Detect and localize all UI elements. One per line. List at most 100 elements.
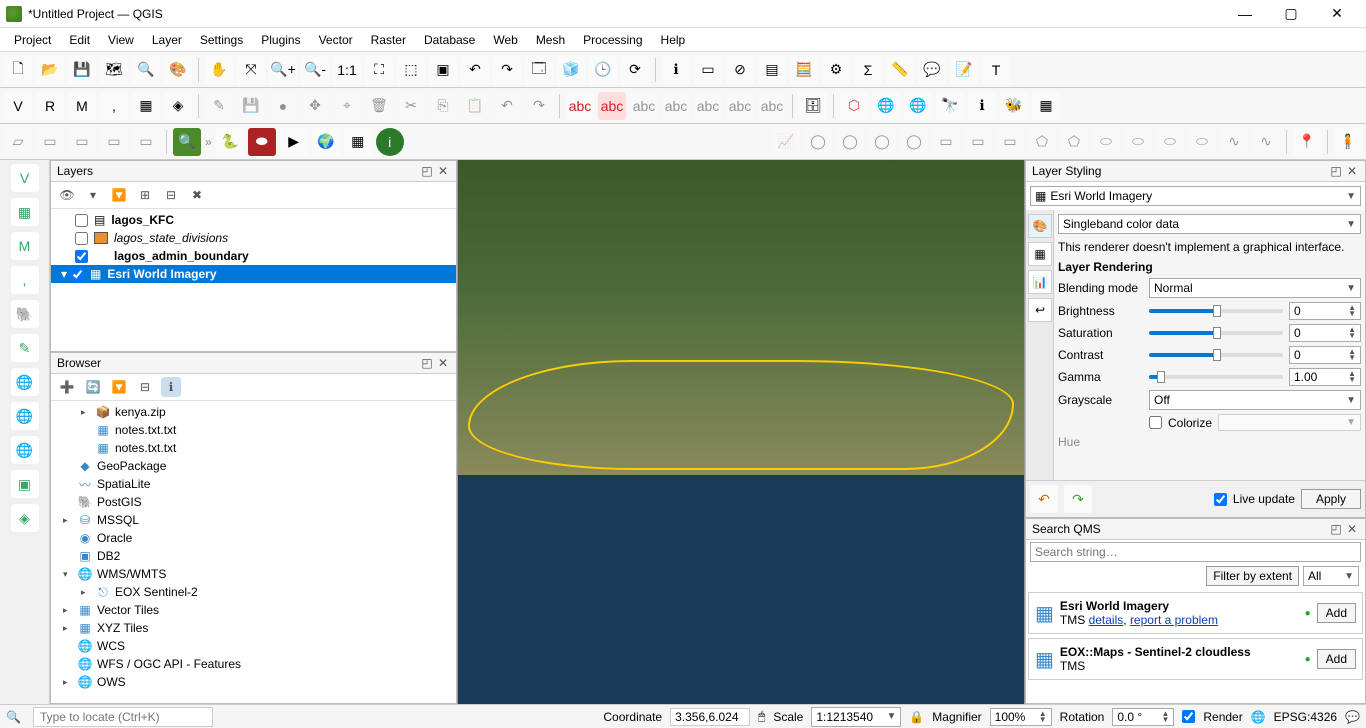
layer-visibility-checkbox[interactable] [75,250,88,263]
delete-selected-icon[interactable]: 🗑 [365,92,393,120]
menu-vector[interactable]: Vector [311,31,361,49]
style-manager-icon[interactable]: 🎨 [164,56,192,84]
streetview-icon[interactable]: 🧍 [1334,128,1362,156]
new-project-icon[interactable]: 🗋 [4,56,32,84]
browser-tree-item[interactable]: ▾🌐WMS/WMTS [55,565,452,583]
menu-raster[interactable]: Raster [363,31,414,49]
zoom-selection-icon[interactable]: ⬚ [397,56,425,84]
paste-icon[interactable]: 📋 [461,92,489,120]
globe2-icon[interactable]: 🌍 [312,128,340,156]
refresh-icon[interactable]: 🔄 [83,377,103,397]
collapse-all-icon[interactable]: ⊟ [161,185,181,205]
temporal-icon[interactable]: 🕒 [589,56,617,84]
qms-report-link[interactable]: report a problem [1130,613,1218,627]
move-feature-icon[interactable]: ✥ [301,92,329,120]
tool-c-icon[interactable]: ▭ [68,128,96,156]
layer-item[interactable]: lagos_admin_boundary [51,247,456,265]
browser-tree-item[interactable]: 〰SpatiaLite [55,475,452,493]
browser-tree-item[interactable]: ▸▦Vector Tiles [55,601,452,619]
identify-icon[interactable]: ℹ [662,56,690,84]
label-icon[interactable]: abc [566,92,594,120]
qms-search-input[interactable] [1030,542,1361,562]
expand-icon[interactable]: ▸ [63,623,73,634]
redo-icon[interactable]: ↷ [525,92,553,120]
browser-tree-item[interactable]: ▸📦kenya.zip [55,403,452,421]
poly2-icon[interactable]: ⬠ [1060,128,1088,156]
apply-button[interactable]: Apply [1301,489,1361,509]
label-tool7-icon[interactable]: abc [758,92,786,120]
panel-close-icon[interactable]: ✕ [1345,164,1359,178]
wfs-data-source-icon[interactable]: 🌐 [11,402,39,430]
menu-layer[interactable]: Layer [144,31,190,49]
tool-d-icon[interactable]: ▭ [100,128,128,156]
browser-tree-item[interactable]: ▸▦XYZ Tiles [55,619,452,637]
text-annotation-icon[interactable]: T [982,56,1010,84]
rect2-icon[interactable]: ▭ [964,128,992,156]
circle2-icon[interactable]: ◯ [836,128,864,156]
label-tool4-icon[interactable]: abc [662,92,690,120]
select-icon[interactable]: ▭ [694,56,722,84]
undo-style-icon[interactable]: ↶ [1030,485,1058,513]
filter-icon[interactable]: 🔽 [109,377,129,397]
toolbox-icon[interactable]: ⚙ [822,56,850,84]
live-update-checkbox[interactable] [1214,493,1227,506]
ellipse2-icon[interactable]: ⬭ [1124,128,1152,156]
menu-settings[interactable]: Settings [192,31,251,49]
tool-b-icon[interactable]: ▭ [36,128,64,156]
zoom-last-icon[interactable]: ↶ [461,56,489,84]
colorize-checkbox[interactable] [1149,416,1162,429]
stats-icon[interactable]: Σ [854,56,882,84]
menu-mesh[interactable]: Mesh [528,31,573,49]
mesh-data-source-icon[interactable]: M [11,232,39,260]
close-button[interactable]: ✕ [1314,0,1360,27]
cut-icon[interactable]: ✂ [397,92,425,120]
new-layout-icon[interactable]: 🗺 [100,56,128,84]
tool-a-icon[interactable]: ▱ [4,128,32,156]
brightness-input[interactable]: 0▲▼ [1289,302,1361,320]
browser-tree-item[interactable]: ▸🌐OWS [55,673,452,691]
raster-data-source-icon[interactable]: ▦ [11,198,39,226]
filter-expr-icon[interactable]: 🔽 [109,185,129,205]
browser-tree-item[interactable]: ◉Oracle [55,529,452,547]
qms-add-button[interactable]: Add [1317,649,1356,669]
menu-view[interactable]: View [100,31,142,49]
redo-style-icon[interactable]: ↷ [1064,485,1092,513]
copy-icon[interactable]: ⎘ [429,92,457,120]
add-layer-icon[interactable]: ➕ [57,377,77,397]
undo-icon[interactable]: ↶ [493,92,521,120]
label-tool5-icon[interactable]: abc [694,92,722,120]
layer-selector[interactable]: ▦Esri World Imagery ▼ [1030,186,1361,206]
new-map-view-icon[interactable]: 🗔 [525,56,553,84]
add-delim-icon[interactable]: , [100,92,128,120]
expand-all-icon[interactable]: ⊞ [135,185,155,205]
add-feature-icon[interactable]: ● [269,92,297,120]
new-3d-view-icon[interactable]: 🧊 [557,56,585,84]
panel-float-icon[interactable]: ◰ [1329,522,1343,536]
ellipse4-icon[interactable]: ⬭ [1188,128,1216,156]
expand-icon[interactable]: ▸ [63,515,73,526]
chart3-icon[interactable]: 📈 [772,128,800,156]
node-tool-icon[interactable]: ⌖ [333,92,361,120]
browser-tree-item[interactable]: ▣DB2 [55,547,452,565]
filter-extent-button[interactable]: Filter by extent [1206,566,1299,586]
zoom-out-icon[interactable]: 🔍- [301,56,329,84]
qms-category-selector[interactable]: All▼ [1303,566,1359,586]
curve1-icon[interactable]: ∿ [1220,128,1248,156]
wcs-data-source-icon[interactable]: 🌐 [11,436,39,464]
annotation-icon[interactable]: 📝 [950,56,978,84]
properties-icon[interactable]: ℹ [161,377,181,397]
refresh-icon[interactable]: ⟳ [621,56,649,84]
messages-icon[interactable]: 💬 [1345,710,1360,724]
rect3-icon[interactable]: ▭ [996,128,1024,156]
browser-tree-item[interactable]: ▦notes.txt.txt [55,439,452,457]
panel-close-icon[interactable]: ✕ [1345,522,1359,536]
attr-table-icon[interactable]: ▤ [758,56,786,84]
db-manager-icon[interactable]: 🗄 [799,92,827,120]
panel-float-icon[interactable]: ◰ [420,356,434,370]
zoom-full-icon[interactable]: ⛶ [365,56,393,84]
panel-float-icon[interactable]: ◰ [1329,164,1343,178]
history-tab-icon[interactable]: ↩ [1028,298,1052,322]
info-icon[interactable]: i [376,128,404,156]
layer-item[interactable]: lagos_state_divisions [51,229,456,247]
add-vector-icon[interactable]: V [4,92,32,120]
